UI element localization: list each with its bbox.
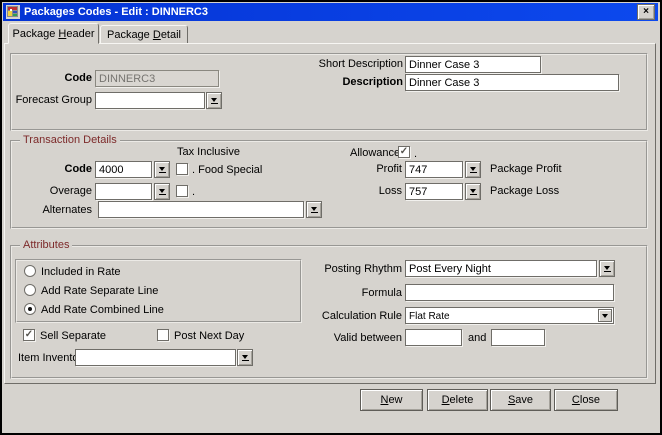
transaction-details-title: Transaction Details <box>20 134 120 146</box>
description-label: Description <box>342 76 403 88</box>
overage-label: Overage <box>49 185 92 197</box>
new-button-label: New <box>380 394 403 406</box>
food-special-label: . Food Special <box>192 164 263 176</box>
package-loss-label: Package Loss <box>490 185 560 197</box>
radio-add-rate-combined-line-label: Add Rate Combined Line <box>41 304 164 316</box>
overage-field[interactable] <box>95 183 152 200</box>
posting-rhythm-lov-button[interactable] <box>599 260 615 277</box>
item-inventory-field[interactable] <box>75 349 236 366</box>
posting-rhythm-field[interactable]: Post Every Night <box>405 260 597 277</box>
close-button-bottom[interactable]: Close <box>554 389 618 411</box>
save-button-label: Save <box>507 394 534 406</box>
posting-rhythm-label: Posting Rhythm <box>324 263 402 275</box>
transaction-code-field[interactable]: 4000 <box>95 161 152 178</box>
calculation-rule-dropdown[interactable]: Flat Rate <box>405 307 614 324</box>
and-label: and <box>468 332 487 344</box>
radio-add-rate-separate-line[interactable] <box>24 284 36 296</box>
lov-arrow-icon <box>311 206 317 211</box>
allowance-checkbox[interactable]: ✓ <box>398 146 410 158</box>
calculation-rule-value: Flat Rate <box>409 311 450 322</box>
new-button[interactable]: New <box>360 389 423 411</box>
package-profit-label: Package Profit <box>490 163 562 175</box>
post-next-day-checkbox[interactable] <box>157 329 169 341</box>
alternates-label: Alternates <box>42 204 92 216</box>
allowance-label: Allowance <box>350 147 401 159</box>
allowance-suffix-label: . <box>414 148 418 160</box>
delete-button[interactable]: Delete <box>427 389 488 411</box>
window-title: Packages Codes - Edit : DINNERC3 <box>24 6 208 18</box>
formula-label: Formula <box>361 287 402 299</box>
description-field[interactable]: Dinner Case 3 <box>405 74 619 91</box>
alternates-field[interactable] <box>98 201 304 218</box>
food-special-checkbox[interactable] <box>176 163 188 175</box>
lov-arrow-icon <box>159 188 165 193</box>
save-button[interactable]: Save <box>490 389 551 411</box>
title-bar: Packages Codes - Edit : DINNERC3 × <box>3 3 658 21</box>
item-inventory-lov-button[interactable] <box>237 349 253 366</box>
transaction-code-label: Code <box>64 163 93 175</box>
lov-arrow-icon <box>159 166 165 171</box>
tab-package-detail[interactable]: Package Detail <box>100 25 188 44</box>
attributes-title: Attributes <box>20 239 73 251</box>
close-button-label: Close <box>571 394 601 406</box>
short-description-label: Short Description <box>318 58 403 70</box>
lov-arrow-icon <box>242 354 248 359</box>
lov-arrow-icon <box>470 166 476 171</box>
radio-add-rate-combined-line[interactable] <box>24 303 36 315</box>
short-description-field[interactable]: Dinner Case 3 <box>405 56 541 73</box>
forecast-group-lov-button[interactable] <box>206 92 222 109</box>
close-icon: × <box>643 6 649 17</box>
sell-separate-label: Sell Separate <box>40 330 107 342</box>
lov-arrow-icon <box>604 265 610 270</box>
tax-inclusive-label: Tax Inclusive <box>177 146 240 158</box>
alternates-lov-button[interactable] <box>306 201 322 218</box>
lov-arrow-icon <box>211 97 217 102</box>
loss-label: Loss <box>378 185 402 197</box>
tab-package-header-label: Package Header <box>12 27 95 40</box>
profit-field[interactable]: 747 <box>405 161 463 178</box>
calculation-rule-label: Calculation Rule <box>321 310 402 322</box>
radio-included-in-rate[interactable] <box>24 265 36 277</box>
profit-lov-button[interactable] <box>465 161 481 178</box>
transaction-code-lov-button[interactable] <box>154 161 170 178</box>
close-button[interactable]: × <box>637 4 655 20</box>
radio-included-in-rate-label: Included in Rate <box>41 266 121 278</box>
valid-to-field[interactable] <box>491 329 545 346</box>
dropdown-arrow-button[interactable] <box>598 309 612 322</box>
chevron-down-icon <box>602 313 608 318</box>
loss-field[interactable]: 757 <box>405 183 463 200</box>
tab-package-header[interactable]: Package Header <box>8 23 99 44</box>
forecast-group-label: Forecast Group <box>15 94 92 106</box>
post-next-day-label: Post Next Day <box>174 330 245 342</box>
formula-field[interactable] <box>405 284 614 301</box>
overage-checkbox[interactable] <box>176 185 188 197</box>
check-icon: ✓ <box>24 328 34 340</box>
overage-suffix-label: . <box>192 186 196 198</box>
sell-separate-checkbox[interactable]: ✓ <box>23 329 35 341</box>
packages-codes-edit-window: Packages Codes - Edit : DINNERC3 × Packa… <box>0 0 662 435</box>
tab-package-detail-label: Package Detail <box>106 28 181 41</box>
overage-lov-button[interactable] <box>154 183 170 200</box>
profit-label: Profit <box>376 163 402 175</box>
forecast-group-field[interactable] <box>95 92 205 109</box>
loss-lov-button[interactable] <box>465 183 481 200</box>
code-label: Code <box>64 72 93 84</box>
valid-from-field[interactable] <box>405 329 462 346</box>
delete-button-label: Delete <box>441 394 474 406</box>
lov-arrow-icon <box>470 188 476 193</box>
app-icon <box>6 5 20 19</box>
check-icon: ✓ <box>399 145 409 157</box>
radio-add-rate-separate-line-label: Add Rate Separate Line <box>41 285 159 297</box>
radio-selected-dot <box>28 307 32 311</box>
code-field[interactable]: DINNERC3 <box>95 70 219 87</box>
valid-between-label: Valid between <box>333 332 402 344</box>
